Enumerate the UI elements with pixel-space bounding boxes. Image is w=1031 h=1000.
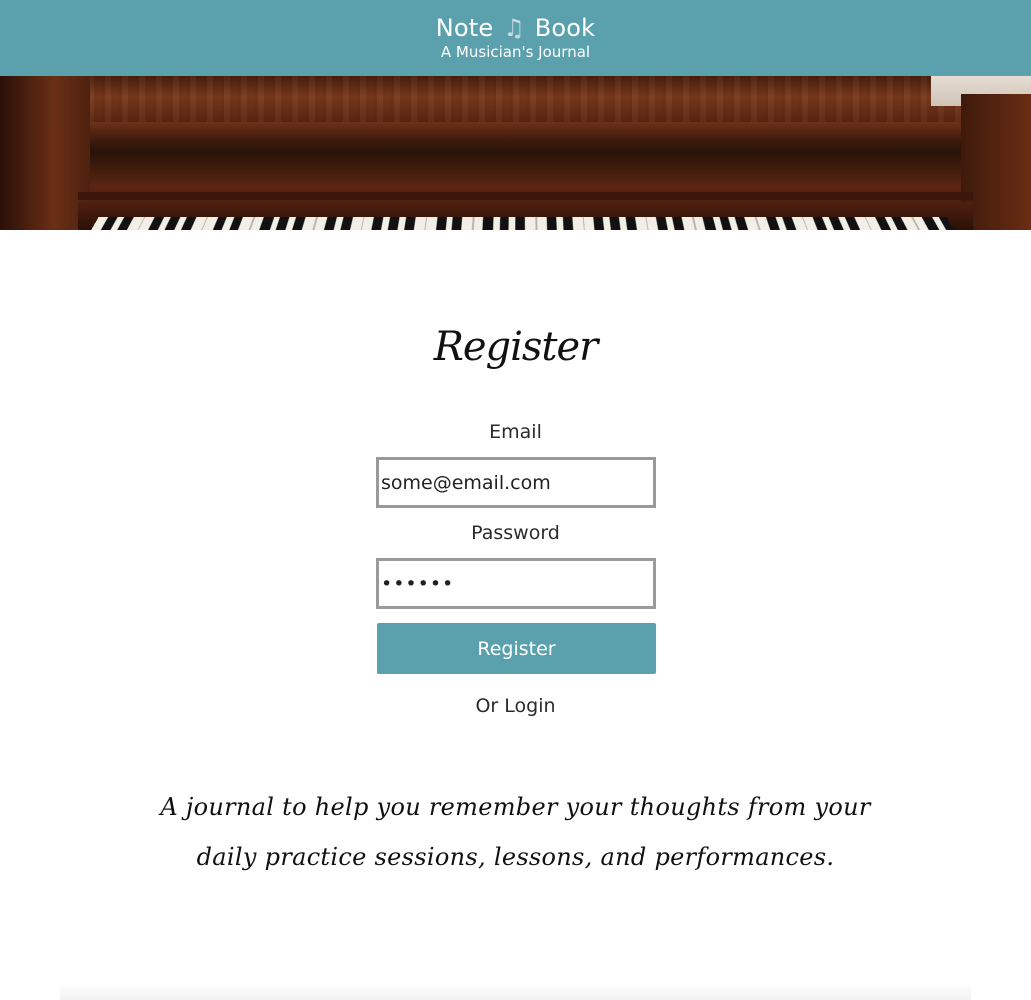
- password-label: Password: [471, 522, 560, 544]
- password-input[interactable]: [376, 558, 656, 609]
- music-note-icon: ♫: [503, 14, 525, 42]
- email-label: Email: [489, 421, 542, 443]
- email-input[interactable]: [376, 457, 656, 508]
- piano-left-cheek: [0, 76, 90, 230]
- site-subtitle: A Musician's Journal: [440, 43, 591, 61]
- piano-lid: [0, 76, 1031, 122]
- site-title-note: Note: [435, 14, 494, 42]
- piano-key-rail: [78, 192, 973, 200]
- login-link[interactable]: Or Login: [0, 694, 1031, 718]
- site-title-book: Book: [534, 14, 596, 42]
- footer-divider: [60, 982, 971, 1000]
- register-heading: Register: [433, 324, 599, 370]
- piano-black-keys: [85, 217, 960, 230]
- piano-keys: [76, 217, 969, 230]
- site-title: Note ♫ Book: [0, 14, 1031, 42]
- register-button[interactable]: Register: [377, 623, 656, 674]
- tagline: A journal to help you remember your thou…: [160, 793, 871, 871]
- piano-banner-image: [0, 76, 1031, 230]
- site-header: Note ♫ Book A Musician's Journal: [0, 0, 1031, 76]
